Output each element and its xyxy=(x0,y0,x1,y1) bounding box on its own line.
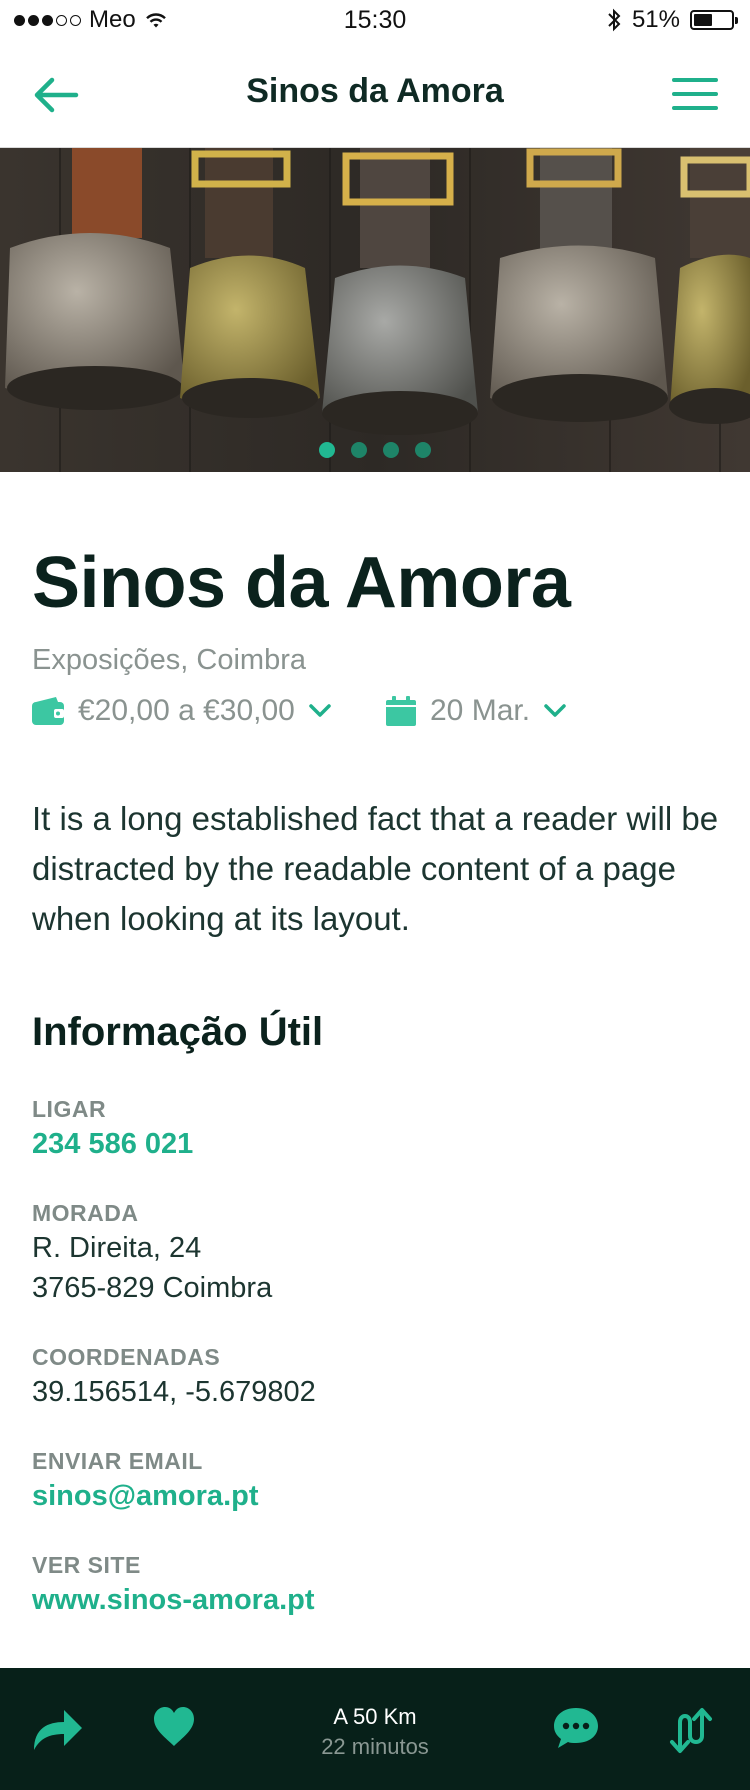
pager-dot[interactable] xyxy=(415,442,431,458)
nav-bar: Sinos da Amora xyxy=(0,40,750,148)
calendar-icon xyxy=(386,696,416,726)
route-distance: A 50 Km xyxy=(333,1704,417,1729)
website-link[interactable]: www.sinos-amora.pt xyxy=(32,1580,722,1620)
event-date: 20 Mar. xyxy=(430,694,531,727)
status-bar: Meo 15:30 51% xyxy=(0,0,750,40)
route-summary: A 50 Km 22 minutos xyxy=(0,1702,750,1762)
address-line-2: 3765-829 Coimbra xyxy=(32,1272,273,1304)
gallery-pager xyxy=(0,442,750,458)
route-icon[interactable] xyxy=(664,1704,720,1754)
chevron-down-icon xyxy=(309,704,331,717)
battery-percent: 51% xyxy=(631,6,680,33)
price-range: €20,00 a €30,00 xyxy=(78,694,295,727)
bottom-action-bar: A 50 Km 22 minutos xyxy=(0,1668,750,1790)
call-label: LIGAR xyxy=(32,1096,107,1122)
site-label: VER SITE xyxy=(32,1552,141,1578)
price-dropdown[interactable]: €20,00 a €30,00 xyxy=(32,694,331,728)
event-category: Exposições, Coimbra xyxy=(32,644,306,676)
gallery-image xyxy=(0,148,750,472)
date-dropdown[interactable]: 20 Mar. xyxy=(386,694,566,728)
event-meta: €20,00 a €30,00 20 Mar. xyxy=(32,694,722,734)
chat-icon[interactable] xyxy=(552,1706,600,1750)
email-link[interactable]: sinos@amora.pt xyxy=(32,1476,722,1516)
event-description: It is a long established fact that a rea… xyxy=(32,800,719,937)
coordinates-value: 39.156514, -5.679802 xyxy=(32,1376,316,1408)
pager-dot[interactable] xyxy=(383,442,399,458)
event-title: Sinos da Amora xyxy=(32,543,571,623)
phone-link[interactable]: 234 586 021 xyxy=(32,1124,722,1164)
status-right: 51% xyxy=(606,6,738,34)
section-title: Informação Útil xyxy=(32,1010,324,1054)
info-call: LIGAR 234 586 021 xyxy=(32,1094,722,1164)
info-site: VER SITE www.sinos-amora.pt xyxy=(32,1550,722,1620)
address-label: MORADA xyxy=(32,1200,139,1226)
info-address: MORADA R. Direita, 24 3765-829 Coimbra xyxy=(32,1198,722,1308)
battery-icon xyxy=(690,10,738,30)
chevron-down-icon xyxy=(544,704,566,717)
nav-title: Sinos da Amora xyxy=(246,72,504,110)
email-label: ENVIAR EMAIL xyxy=(32,1448,203,1474)
battery-level xyxy=(694,14,712,26)
image-gallery[interactable] xyxy=(0,148,750,472)
arrow-left-icon[interactable] xyxy=(30,72,82,118)
route-duration: 22 minutos xyxy=(321,1734,429,1759)
coordinates-label: COORDENADAS xyxy=(32,1344,221,1370)
bluetooth-icon xyxy=(608,8,621,32)
address-line-1: R. Direita, 24 xyxy=(32,1232,202,1264)
wallet-icon xyxy=(32,697,64,725)
pager-dot[interactable] xyxy=(351,442,367,458)
info-email: ENVIAR EMAIL sinos@amora.pt xyxy=(32,1446,722,1516)
info-coordinates: COORDENADAS 39.156514, -5.679802 xyxy=(32,1342,722,1412)
hamburger-menu-icon[interactable] xyxy=(670,74,720,114)
pager-dot[interactable] xyxy=(319,442,335,458)
